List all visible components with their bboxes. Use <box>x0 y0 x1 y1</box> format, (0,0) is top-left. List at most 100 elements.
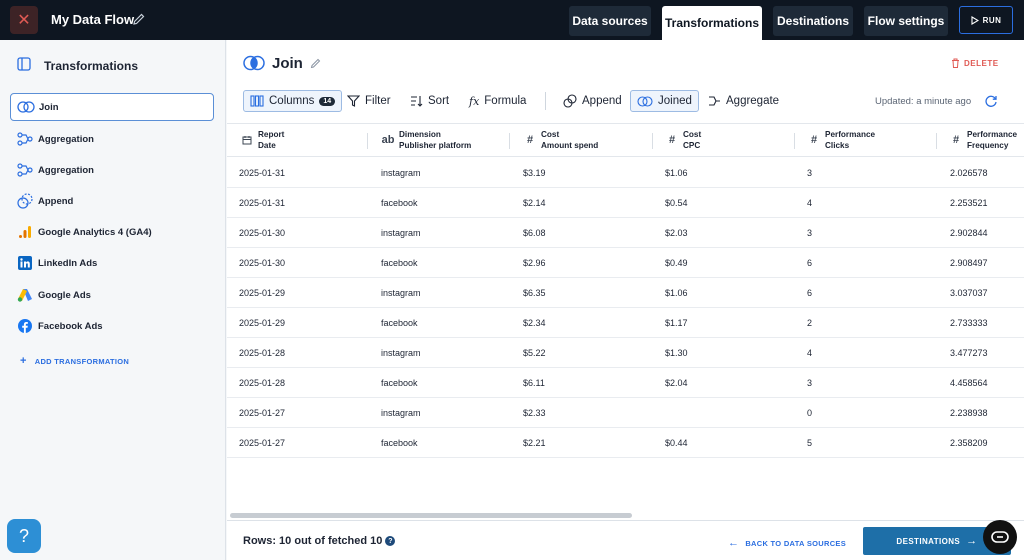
column-resize-handle[interactable] <box>936 133 937 149</box>
column-resize-handle[interactable] <box>794 133 795 149</box>
sidebar-toggle-icon[interactable] <box>17 57 31 71</box>
rows-count-label: Rows: 10 out of fetched 10 <box>243 535 383 547</box>
table-row[interactable]: 2025-01-27 instagram $2.33 0 2.238938 <box>227 398 1024 428</box>
join-icon <box>243 55 265 71</box>
columns-label: Columns <box>269 95 315 107</box>
sidebar-item-facebook-ads[interactable]: Facebook Ads <box>10 312 214 340</box>
column-header-cpc[interactable]: # Cost CPC <box>665 129 701 153</box>
column-resize-handle[interactable] <box>652 133 653 149</box>
add-transformation-button[interactable]: + ADD TRANSFORMATION <box>20 355 129 367</box>
table-row[interactable]: 2025-01-28 instagram $5.22 $1.30 4 3.477273 <box>227 338 1024 368</box>
aggregate-button[interactable]: Aggregate <box>708 90 779 112</box>
footer-bar: Rows: 10 out of fetched 10 ? ← BACK TO D… <box>227 520 1024 560</box>
table-cell: 4.458564 <box>950 378 988 388</box>
table-cell: instagram <box>381 228 421 238</box>
trash-icon <box>952 58 959 68</box>
sort-button[interactable]: Sort <box>410 90 449 112</box>
column-resize-handle[interactable] <box>367 133 368 149</box>
sidebar: Transformations Join Aggregation Aggrega… <box>0 40 226 560</box>
plus-icon: + <box>20 355 27 367</box>
table-cell: $1.17 <box>665 318 688 328</box>
run-label: RUN <box>982 15 1002 25</box>
pencil-icon[interactable] <box>310 57 322 69</box>
sidebar-item-aggregation-2[interactable]: Aggregation <box>10 156 214 184</box>
run-button[interactable]: RUN <box>959 6 1013 34</box>
updated-status: Updated: a minute ago <box>875 96 972 107</box>
filter-label: Filter <box>365 95 391 107</box>
table-row[interactable]: 2025-01-29 instagram $6.35 $1.06 6 3.037037 <box>227 278 1024 308</box>
sidebar-item-linkedin-ads[interactable]: LinkedIn Ads <box>10 249 214 277</box>
table-cell: $2.96 <box>523 258 546 268</box>
table-cell: 4 <box>807 348 813 358</box>
info-icon[interactable]: ? <box>385 536 396 546</box>
table-row[interactable]: 2025-01-27 facebook $2.21 $0.44 5 2.358209 <box>227 428 1024 458</box>
formula-button[interactable]: fx Formula <box>469 90 526 112</box>
table-cell: facebook <box>381 438 418 448</box>
table-cell: 2.902844 <box>950 228 988 238</box>
table-cell: facebook <box>381 258 418 268</box>
columns-button[interactable]: Columns 14 <box>243 90 343 112</box>
table-row[interactable]: 2025-01-31 facebook $2.14 $0.54 4 2.253521 <box>227 188 1024 218</box>
table-row[interactable]: 2025-01-31 instagram $3.19 $1.06 3 2.026578 <box>227 158 1024 188</box>
joined-button[interactable]: Joined <box>630 90 699 112</box>
sidebar-item-google-ads[interactable]: Google Ads <box>10 281 214 309</box>
tab-transformations[interactable]: Transformations <box>662 6 762 40</box>
table-cell: instagram <box>381 288 421 298</box>
table-cell: $2.21 <box>523 438 546 448</box>
back-to-data-sources-button[interactable]: ← BACK TO DATA SOURCES <box>728 537 846 549</box>
close-icon: ✕ <box>17 12 31 29</box>
table-cell: 6 <box>807 288 813 298</box>
columns-count-badge: 14 <box>319 96 336 106</box>
ga4-icon <box>16 223 34 241</box>
table-cell: 3 <box>807 168 813 178</box>
tab-flow-settings[interactable]: Flow settings <box>864 6 948 36</box>
table-cell: $0.49 <box>665 258 688 268</box>
help-icon: ? <box>18 525 29 546</box>
append-label: Append <box>582 95 622 107</box>
joined-label: Joined <box>658 95 692 107</box>
pencil-icon[interactable] <box>131 11 147 27</box>
column-header-frequency[interactable]: # Performance Frequency <box>949 129 1017 153</box>
main-panel: Join DELETE Columns 14 Filter Sort fx Fo… <box>227 40 1024 560</box>
table-cell: 2025-01-29 <box>239 288 286 298</box>
table-cell: $1.30 <box>665 348 688 358</box>
sidebar-item-ga4[interactable]: Google Analytics 4 (GA4) <box>10 218 214 246</box>
table-cell: 2.026578 <box>950 168 988 178</box>
table-cell: 5 <box>807 438 813 448</box>
column-header-publisher-platform[interactable]: ab Dimension Publisher platform <box>381 129 472 153</box>
help-button[interactable]: ? <box>7 519 41 553</box>
sidebar-item-append[interactable]: Append <box>10 187 214 215</box>
column-header-clicks[interactable]: # Performance Clicks <box>807 129 875 153</box>
refresh-icon[interactable] <box>984 94 998 108</box>
table-cell: 2025-01-31 <box>239 168 286 178</box>
columns-icon <box>250 95 264 107</box>
column-header-amount-spend[interactable]: # Cost Amount spend <box>523 129 598 153</box>
play-icon <box>971 15 979 25</box>
linkedin-icon <box>16 254 34 272</box>
tab-destinations[interactable]: Destinations <box>773 6 853 36</box>
table-cell: $5.22 <box>523 348 546 358</box>
append-icon <box>563 94 577 108</box>
table-cell: $1.06 <box>665 288 688 298</box>
table-row[interactable]: 2025-01-30 instagram $6.08 $2.03 3 2.902844 <box>227 218 1024 248</box>
close-button[interactable]: ✕ <box>10 6 38 34</box>
horizontal-scrollbar[interactable] <box>230 513 632 518</box>
delete-button[interactable]: DELETE <box>951 58 999 68</box>
table-cell: facebook <box>381 378 418 388</box>
append-button[interactable]: Append <box>563 90 622 112</box>
table-cell: facebook <box>381 318 418 328</box>
tab-data-sources[interactable]: Data sources <box>569 6 651 36</box>
table-cell: 3 <box>807 228 813 238</box>
filter-button[interactable]: Filter <box>347 90 391 112</box>
table-row[interactable]: 2025-01-30 facebook $2.96 $0.49 6 2.908497 <box>227 248 1024 278</box>
table-row[interactable]: 2025-01-28 facebook $6.11 $2.04 3 4.458564 <box>227 368 1024 398</box>
column-resize-handle[interactable] <box>509 133 510 149</box>
column-header-report-date[interactable]: Report Date <box>240 129 284 153</box>
table-row[interactable]: 2025-01-29 facebook $2.34 $1.17 2 2.733333 <box>227 308 1024 338</box>
aggregate-icon <box>709 96 720 106</box>
chat-widget-button[interactable] <box>983 520 1017 554</box>
chat-icon <box>991 531 1009 543</box>
sidebar-item-aggregation[interactable]: Aggregation <box>10 125 214 153</box>
sidebar-item-join[interactable]: Join <box>10 93 214 121</box>
table-cell: $0.54 <box>665 198 688 208</box>
